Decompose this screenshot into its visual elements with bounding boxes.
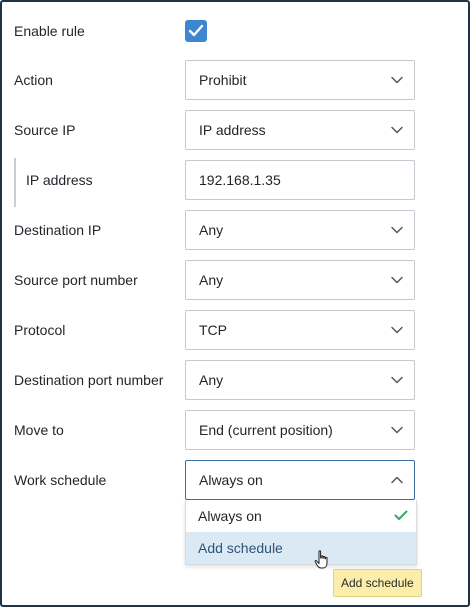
source-ip-select[interactable]: IP address [185,110,415,150]
action-row: Action Prohibit [2,60,468,100]
work-schedule-dropdown: Always on Add schedule [185,500,417,565]
move-to-select[interactable]: End (current position) [185,410,415,450]
action-value: Prohibit [199,72,247,88]
ip-address-value: 192.168.1.35 [199,172,281,188]
enable-rule-label: Enable rule [14,23,85,39]
enable-rule-row: Enable rule [2,11,468,51]
protocol-select[interactable]: TCP [185,310,415,350]
source-port-value: Any [199,272,224,288]
enable-rule-checkbox[interactable] [185,20,207,42]
ip-address-label: IP address [26,172,93,188]
option-label: Always on [198,508,262,524]
ip-address-row: IP address 192.168.1.35 [2,158,468,207]
destination-ip-value: Any [199,222,224,238]
tooltip: Add schedule [333,569,422,597]
hand-cursor-icon [314,550,328,569]
indent-divider [14,158,16,207]
action-label: Action [14,72,53,88]
chevron-down-icon [391,126,403,134]
work-schedule-label: Work schedule [14,472,107,488]
option-add-schedule[interactable]: Add schedule [186,532,416,564]
destination-ip-row: Destination IP Any [2,210,468,250]
chevron-down-icon [391,226,403,234]
ip-address-input[interactable]: 192.168.1.35 [185,160,415,200]
chevron-down-icon [391,326,403,334]
chevron-down-icon [391,76,403,84]
chevron-up-icon [391,476,403,484]
action-select[interactable]: Prohibit [185,60,415,100]
move-to-label: Move to [14,422,64,438]
move-to-row: Move to End (current position) [2,410,468,450]
option-label: Add schedule [198,540,283,556]
source-ip-value: IP address [199,122,266,138]
source-port-label: Source port number [14,272,138,288]
protocol-row: Protocol TCP [2,310,468,350]
source-ip-label: Source IP [14,122,76,138]
destination-ip-select[interactable]: Any [185,210,415,250]
chevron-down-icon [391,376,403,384]
checkmark-icon [394,510,408,520]
destination-port-value: Any [199,372,224,388]
destination-ip-label: Destination IP [14,222,102,238]
protocol-value: TCP [199,322,227,338]
option-always-on[interactable]: Always on [186,500,416,532]
checkmark-icon [188,24,204,37]
work-schedule-value: Always on [199,472,263,488]
chevron-down-icon [391,426,403,434]
destination-port-label: Destination port number [14,372,164,388]
protocol-label: Protocol [14,322,66,338]
destination-port-select[interactable]: Any [185,360,415,400]
source-ip-row: Source IP IP address [2,110,468,150]
firewall-rule-form: Enable rule Action Prohibit Source IP IP… [0,0,470,607]
source-port-row: Source port number Any [2,260,468,300]
source-port-select[interactable]: Any [185,260,415,300]
work-schedule-row: Work schedule Always on [2,460,468,500]
chevron-down-icon [391,276,403,284]
work-schedule-select[interactable]: Always on [185,460,415,500]
destination-port-row: Destination port number Any [2,360,468,400]
move-to-value: End (current position) [199,422,333,438]
